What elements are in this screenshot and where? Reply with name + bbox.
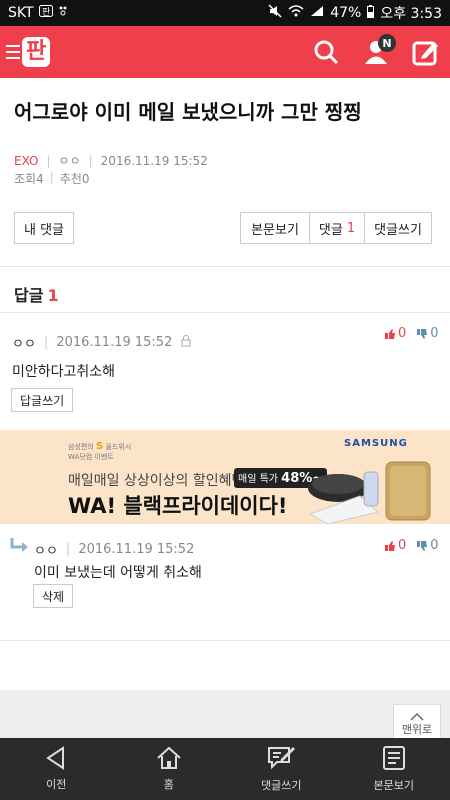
clock: 오후 3:53	[380, 6, 442, 22]
search-icon	[314, 40, 339, 65]
views-count: 4	[36, 172, 44, 186]
upvote-count: 0	[398, 326, 407, 341]
likes-count: 0	[81, 172, 90, 186]
thumbs-up-icon	[385, 540, 395, 551]
edit-icon	[412, 41, 438, 66]
wifi-icon	[288, 5, 304, 21]
search-button[interactable]	[308, 34, 344, 70]
nav-view-post-label: 본문보기	[373, 779, 414, 792]
nav-write-comment-label: 댓글쓰기	[261, 779, 302, 792]
menu-icon	[6, 45, 20, 59]
divider	[0, 266, 450, 267]
ad-brand: SAMSUNG	[344, 438, 408, 449]
account-button[interactable]: N	[358, 34, 396, 70]
divider	[0, 640, 450, 641]
chevron-up-icon	[410, 712, 424, 721]
comment-meta: ㅇㅇ | 2016.11.19 15:52	[12, 333, 192, 352]
comments-button[interactable]: 댓글 1	[309, 212, 365, 244]
notification-badge: N	[378, 34, 396, 52]
comments-label: 댓글	[318, 222, 343, 238]
downvote-count: 0	[430, 326, 439, 341]
upvote-button[interactable]: 0	[384, 538, 406, 553]
status-bar: SKT 판 47% 오후 3:53	[0, 0, 450, 26]
thumbs-down-icon	[417, 540, 428, 551]
upvote-count: 0	[398, 538, 407, 553]
nav-home[interactable]: 홈	[113, 738, 226, 800]
comment-date: 2016.11.19 15:52	[78, 542, 195, 557]
comment-author: ㅇㅇ	[12, 337, 36, 352]
upvote-button[interactable]: 0	[384, 326, 406, 341]
comment-date: 2016.11.19 15:52	[56, 335, 173, 350]
ad-product-image	[308, 461, 431, 524]
comment-nav-group: 본문보기 댓글 1 댓글쓰기	[240, 212, 432, 244]
reply-button[interactable]: 답글쓰기	[11, 388, 74, 412]
comment-meta: ㅇㅇ | 2016.11.19 15:52	[34, 542, 195, 559]
ad-banner[interactable]: 삼성편의 S 올드위시 WA닷컴 이벤트 매일매일 상상이상의 할인혜택 매일 …	[0, 430, 450, 524]
battery-icon	[367, 4, 375, 22]
post-title: 어그로야 이미 메일 보냈으니까 그만 찡찡	[14, 100, 362, 124]
comment-votes: 0 0	[384, 326, 439, 341]
app-bar: 판 N	[0, 26, 450, 78]
carrier-label: SKT	[8, 5, 34, 21]
thumbs-down-icon	[417, 328, 428, 339]
app-notification-icon: 판	[38, 5, 53, 21]
back-triangle-icon	[46, 746, 65, 770]
scroll-to-top-label: 맨위로	[401, 723, 433, 736]
bottom-nav: 이전 홈 댓글쓰기 본문보기	[0, 738, 450, 800]
downvote-button[interactable]: 0	[416, 326, 439, 341]
comment-text: 이미 보냈는데 어떻게 취소해	[34, 565, 202, 581]
nav-home-label: 홈	[163, 778, 174, 791]
views-label: 조회	[14, 172, 37, 186]
view-post-button[interactable]: 본문보기	[240, 212, 310, 244]
likes-label: 추천	[59, 172, 82, 186]
my-comment-button[interactable]: 내 댓글	[14, 212, 74, 244]
post-stats: 조회4 | 추천0	[14, 170, 90, 186]
footer-area	[0, 690, 450, 738]
post-meta: EXO | ㅇㅇ | 2016.11.19 15:52	[14, 153, 208, 169]
replies-label: 답글	[14, 286, 44, 305]
post-author: ㅇㅇ	[58, 154, 81, 168]
comment-votes: 0 0	[384, 538, 439, 553]
ad-sponsor: 삼성편의 S 올드위시 WA닷컴 이벤트	[68, 441, 132, 462]
svg-text:판: 판	[42, 7, 50, 17]
comment-text: 미안하다고취소해	[12, 364, 116, 380]
downvote-button[interactable]: 0	[416, 538, 439, 553]
pann-logo[interactable]: 판	[6, 37, 51, 67]
lock-icon	[180, 334, 192, 351]
post-category[interactable]: EXO	[14, 154, 38, 168]
replies-count: 1	[47, 286, 59, 305]
scroll-to-top-button[interactable]: 맨위로	[393, 704, 441, 740]
thumbs-up-icon	[385, 328, 395, 339]
usb-icon	[58, 5, 68, 21]
write-comment-button[interactable]: 댓글쓰기	[364, 212, 432, 244]
nav-write-comment[interactable]: 댓글쓰기	[225, 738, 338, 800]
comment-author: ㅇㅇ	[34, 544, 58, 559]
delete-button[interactable]: 삭제	[33, 584, 74, 608]
brand-mark: 판	[22, 37, 51, 67]
mute-icon	[268, 4, 282, 22]
ad-headline: 매일매일 상상이상의 할인혜택	[68, 473, 245, 489]
battery-percent: 47%	[330, 5, 362, 21]
signal-icon	[310, 5, 324, 21]
home-icon	[157, 746, 181, 769]
nav-back-label: 이전	[46, 778, 67, 791]
divider	[0, 312, 450, 313]
write-post-button[interactable]	[408, 34, 444, 70]
ad-title: WA! 블랙프라이데이다!	[68, 494, 288, 518]
nav-view-post[interactable]: 본문보기	[338, 738, 450, 800]
downvote-count: 0	[430, 538, 439, 553]
comment-write-icon	[268, 747, 296, 770]
replies-heading: 답글 1	[14, 282, 59, 306]
document-icon	[382, 746, 405, 770]
post-date: 2016.11.19 15:52	[100, 153, 208, 168]
reply-arrow-icon	[10, 538, 30, 558]
nav-back[interactable]: 이전	[0, 738, 113, 800]
comments-count: 1	[346, 220, 356, 236]
